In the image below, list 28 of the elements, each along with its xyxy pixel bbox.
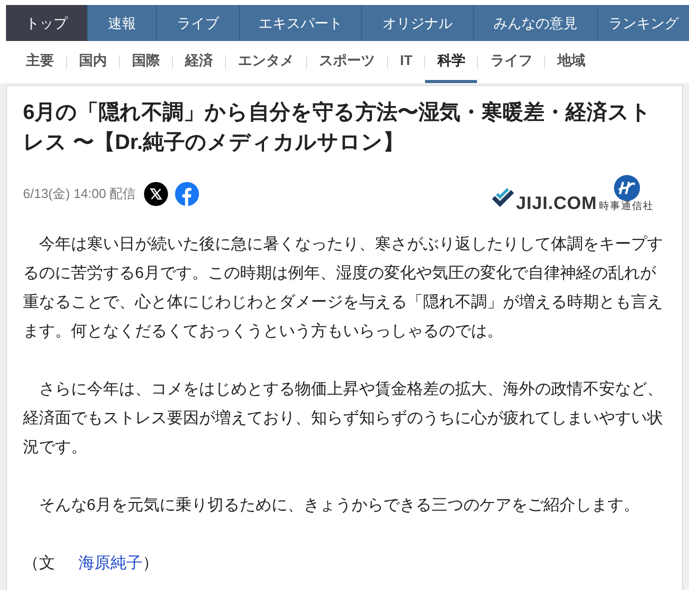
category-tab[interactable]: 主要 xyxy=(14,41,66,83)
nav-tab[interactable]: オリジナル xyxy=(362,5,474,41)
category-tab[interactable]: スポーツ xyxy=(307,41,387,83)
author-link[interactable]: 海原純子 xyxy=(78,555,143,572)
facebook-share-icon[interactable] xyxy=(174,182,199,206)
category-tab[interactable]: 経済 xyxy=(173,41,225,83)
category-tab[interactable]: IT xyxy=(388,41,424,83)
nav-tab[interactable]: みんなの意見 xyxy=(474,5,598,41)
category-tab[interactable]: エンタメ xyxy=(226,41,306,83)
nav-tab[interactable]: ライブ xyxy=(157,5,240,41)
category-tab[interactable]: ライフ xyxy=(478,41,544,83)
article-title: 6月の「隠れ不調」から自分を守る方法〜湿気・寒暖差・経済ストレス 〜【Dr.純子のメディカルサロン】 xyxy=(23,100,653,156)
article-paragraph: さらに今年は、コメをはじめとする物価上昇や賃金格差の拡大、海外の政情不安など、経済面でもストレス要因が増えており、知らず知らずのうちに心が疲れてしまいやすい状況です。 xyxy=(23,380,664,458)
category-tab[interactable]: 国際 xyxy=(120,41,172,83)
byline: （文 海原純子） xyxy=(23,554,160,574)
nav-tab[interactable]: 速報 xyxy=(88,5,157,41)
article-paragraph: 今年は寒い日が続いた後に急に暑くなったり、寒さがぶり返したりして体調をキープするのに苦労する6月です。この時期は例年、湿度の変化や気圧の変化で自律神経の乱れが重なることで、心と体にじわじわとダメージを与える「隠れ不調」が増える時期とも言えます。何となくだるくておっくうという方もいらっしゃるのでは。 xyxy=(23,234,664,342)
publish-date: 6/13(金) 14:00 配信 xyxy=(23,185,136,204)
company-logo-icon xyxy=(614,175,640,201)
nav-tab[interactable]: エキスパート xyxy=(240,5,362,41)
nav-tab[interactable]: ランキング xyxy=(598,5,689,41)
category-tab[interactable]: 地域 xyxy=(545,41,598,83)
brand-name: JIJI.COM xyxy=(516,193,597,213)
nav-tab[interactable]: トップ xyxy=(6,5,88,41)
article-paragraph: そんな6月を元気に乗り切るために、きょうからできる三つのケアをご紹介します。 xyxy=(38,496,641,516)
category-tab[interactable]: 国内 xyxy=(67,41,119,83)
company-name: 時事通信社 xyxy=(599,201,654,213)
x-share-icon[interactable] xyxy=(144,182,168,206)
